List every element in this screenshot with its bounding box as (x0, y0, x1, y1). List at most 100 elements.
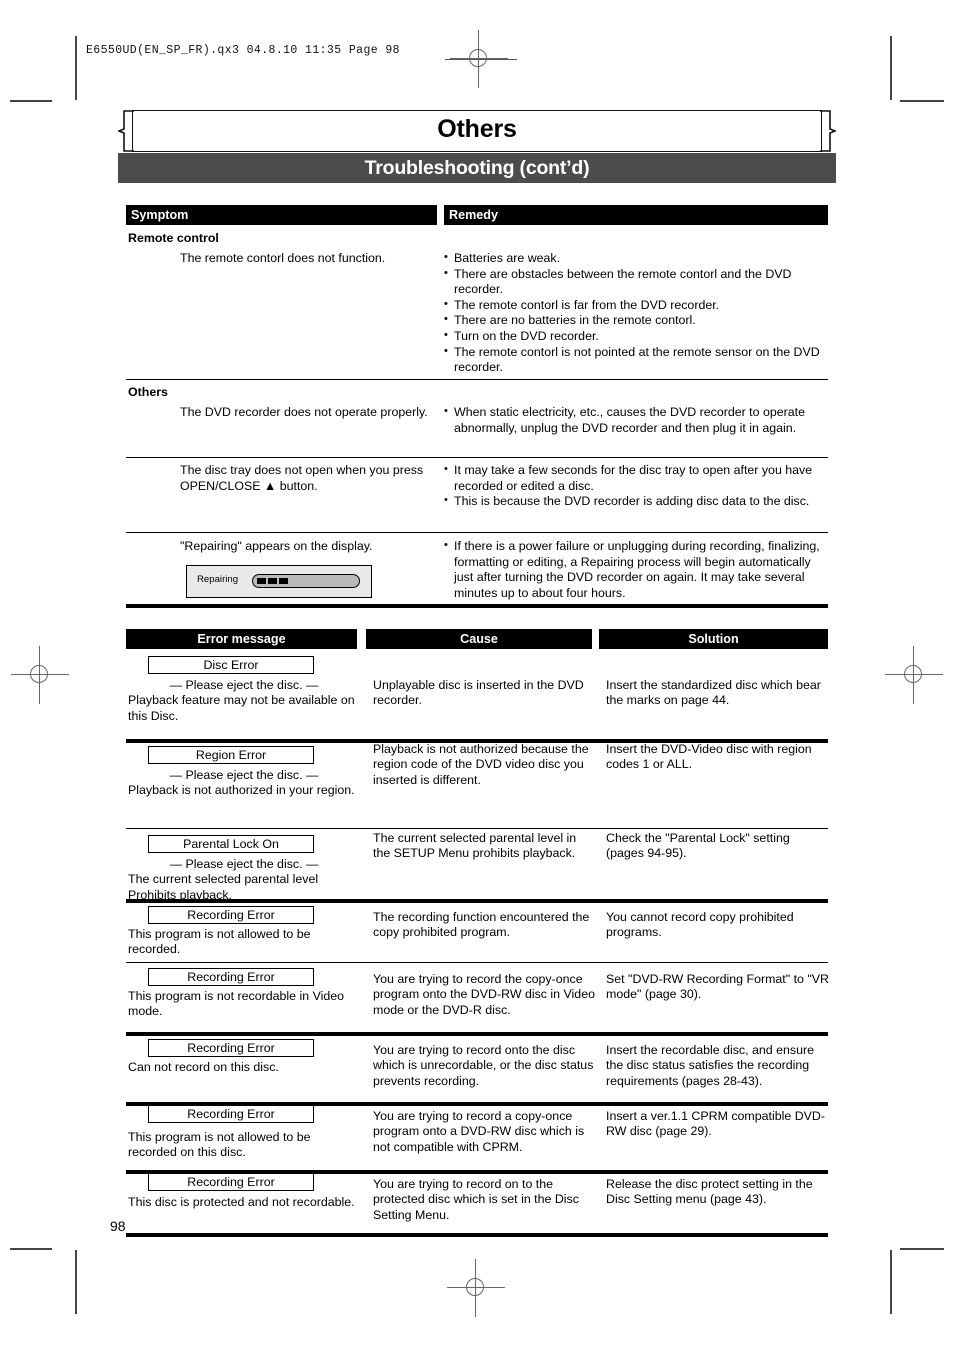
remedy-item: There are obstacles between the remote c… (444, 266, 830, 298)
error-code-badge: Recording Error (148, 1039, 314, 1057)
error-eject-note: — Please eject the disc. — (169, 678, 319, 692)
error-eject-note: — Please eject the disc. — (169, 857, 319, 871)
error-solution: You cannot record copy prohibited progra… (606, 910, 794, 940)
error-cause: You are trying to record the copy-once p… (373, 972, 595, 1017)
error-cause: You are trying to record on to the prote… (373, 1177, 579, 1222)
error-message-table: Error message Cause Solution Disc Error … (126, 629, 829, 1237)
error-code-badge: Recording Error (148, 968, 314, 986)
symptom-disc-tray-not-open: The disc tray does not open when you pre… (180, 463, 424, 493)
column-header-remedy: Remedy (444, 205, 828, 225)
column-header-cause: Cause (366, 629, 592, 649)
column-header-solution: Solution (599, 629, 828, 649)
section-title-bar: Troubleshooting (cont’d) (118, 153, 836, 183)
printer-slug: E6550UD(EN_SP_FR).qx3 04.8.10 11:35 Page… (86, 44, 400, 57)
error-description-text: This disc is protected and not recordabl… (128, 1195, 355, 1209)
remedy-item: Batteries are weak. (444, 250, 830, 267)
column-header-error-message: Error message (126, 629, 357, 649)
error-cause: The current selected parental level in t… (373, 831, 577, 861)
remedy-item: It may take a few seconds for the disc t… (444, 462, 830, 494)
error-solution: Insert the recordable disc, and ensure t… (606, 1043, 815, 1088)
repairing-progress-blocks (257, 578, 288, 584)
error-description-text: This program is not allowed to be record… (128, 1130, 311, 1160)
error-code-badge: Disc Error (148, 656, 314, 674)
error-description: — Please eject the disc. — The current s… (128, 857, 360, 903)
repairing-progress-bar (252, 574, 360, 588)
remedy-list-recorder-not-operate: When static electricity, etc., causes th… (444, 404, 830, 436)
troubleshooting-table: Symptom Remedy Remote control The remote… (126, 205, 828, 608)
error-description-text: Playback is not authorized in your regio… (128, 783, 355, 798)
error-description: — Please eject the disc. — Playback is n… (128, 768, 360, 799)
error-description-text: The current selected parental level Proh… (128, 872, 319, 902)
troubleshooting-header-row: Symptom Remedy (126, 205, 828, 225)
error-solution: Insert the DVD-Video disc with region co… (606, 742, 812, 772)
column-header-symptom: Symptom (126, 205, 437, 225)
error-description-text: This program is not recordable in Video … (128, 989, 345, 1019)
error-solution: Set "DVD-RW Recording Format" to "VR mod… (606, 972, 829, 1002)
crop-mark-bottom-right-horizontal (900, 1248, 944, 1250)
remedy-item: The remote contorl is far from the DVD r… (444, 297, 830, 314)
error-code-badge: Parental Lock On (148, 835, 314, 853)
error-eject-note: — Please eject the disc. — (169, 768, 319, 782)
repairing-display-label: Repairing (197, 574, 239, 585)
row-divider (126, 962, 828, 963)
error-code-badge: Recording Error (148, 1173, 314, 1191)
chapter-banner: Others (118, 110, 836, 152)
row-divider (126, 899, 828, 903)
error-description: — Please eject the disc. — Playback feat… (128, 678, 360, 724)
error-description: This program is not allowed to be record… (128, 927, 360, 958)
crop-mark-bottom-right-vertical (890, 1250, 892, 1314)
row-divider (126, 379, 828, 380)
error-cause: You are trying to record a copy-once pro… (373, 1109, 585, 1154)
error-code-badge: Region Error (148, 746, 314, 764)
group-label-others: Others (128, 385, 168, 399)
error-code-badge: Recording Error (148, 1105, 314, 1123)
repairing-display-graphic: Repairing (186, 565, 372, 598)
section-title: Troubleshooting (cont’d) (364, 157, 590, 179)
crop-mark-top-left-horizontal (10, 100, 52, 102)
page-number: 98 (110, 1218, 126, 1234)
error-table-header-row: Error message Cause Solution (126, 629, 828, 649)
crop-mark-bottom-left-vertical (75, 1250, 77, 1314)
error-description: This program is not recordable in Video … (128, 989, 360, 1020)
remedy-item: This is because the DVD recorder is addi… (444, 493, 830, 510)
error-description: Can not record on this disc. (128, 1060, 360, 1075)
symptom-remote-not-function: The remote contorl does not function. (180, 251, 386, 265)
error-description-text: Can not record on this disc. (128, 1060, 279, 1074)
row-divider (126, 828, 828, 829)
group-label-remote-control: Remote control (128, 231, 219, 245)
row-divider (126, 1032, 828, 1036)
remedy-item: When static electricity, etc., causes th… (444, 404, 830, 436)
remedy-item: There are no batteries in the remote con… (444, 312, 830, 329)
error-solution: Insert a ver.1.1 CPRM compatible DVD-RW … (606, 1109, 825, 1139)
error-cause: The recording function encountered the c… (373, 910, 590, 940)
symptom-repairing-on-display: "Repairing" appears on the display. (180, 539, 373, 553)
error-solution: Release the disc protect setting in the … (606, 1177, 813, 1207)
registration-mark-bottom-icon (447, 1259, 505, 1317)
remedy-item: The remote contorl is not pointed at the… (444, 344, 830, 376)
table-bottom-rule (126, 604, 828, 608)
error-cause: Playback is not authorized because the r… (373, 742, 589, 787)
row-divider (126, 457, 828, 458)
registration-mark-left-icon (11, 646, 69, 704)
error-solution: Insert the standardized disc which bear … (606, 678, 821, 708)
remedy-list-disc-tray-not-open: It may take a few seconds for the disc t… (444, 462, 830, 510)
error-description: This disc is protected and not recordabl… (128, 1195, 360, 1210)
error-cause: Unplayable disc is inserted in the DVD r… (373, 678, 584, 708)
remedy-item: Turn on the DVD recorder. (444, 328, 830, 345)
error-solution: Check the "Parental Lock" setting (pages… (606, 831, 790, 861)
symptom-recorder-not-operate: The DVD recorder does not operate proper… (180, 405, 428, 419)
error-description-text: This program is not allowed to be record… (128, 927, 311, 957)
remedy-list-repairing: If there is a power failure or unpluggin… (444, 538, 830, 601)
error-description: This program is not allowed to be record… (128, 1130, 360, 1161)
table-bottom-rule (126, 1233, 828, 1237)
crop-mark-top-right-horizontal (900, 100, 944, 102)
row-divider (126, 532, 828, 533)
remedy-list-remote-not-function: Batteries are weak. There are obstacles … (444, 250, 830, 376)
registration-mark-right-icon (885, 646, 943, 704)
crop-mark-top-left-vertical (75, 36, 77, 100)
chapter-title: Others (437, 115, 517, 143)
error-code-badge: Recording Error (148, 906, 314, 924)
remedy-item: If there is a power failure or unpluggin… (444, 538, 830, 601)
error-description-text: Playback feature may not be available on… (128, 693, 355, 723)
registration-mark-top-icon (450, 30, 508, 88)
